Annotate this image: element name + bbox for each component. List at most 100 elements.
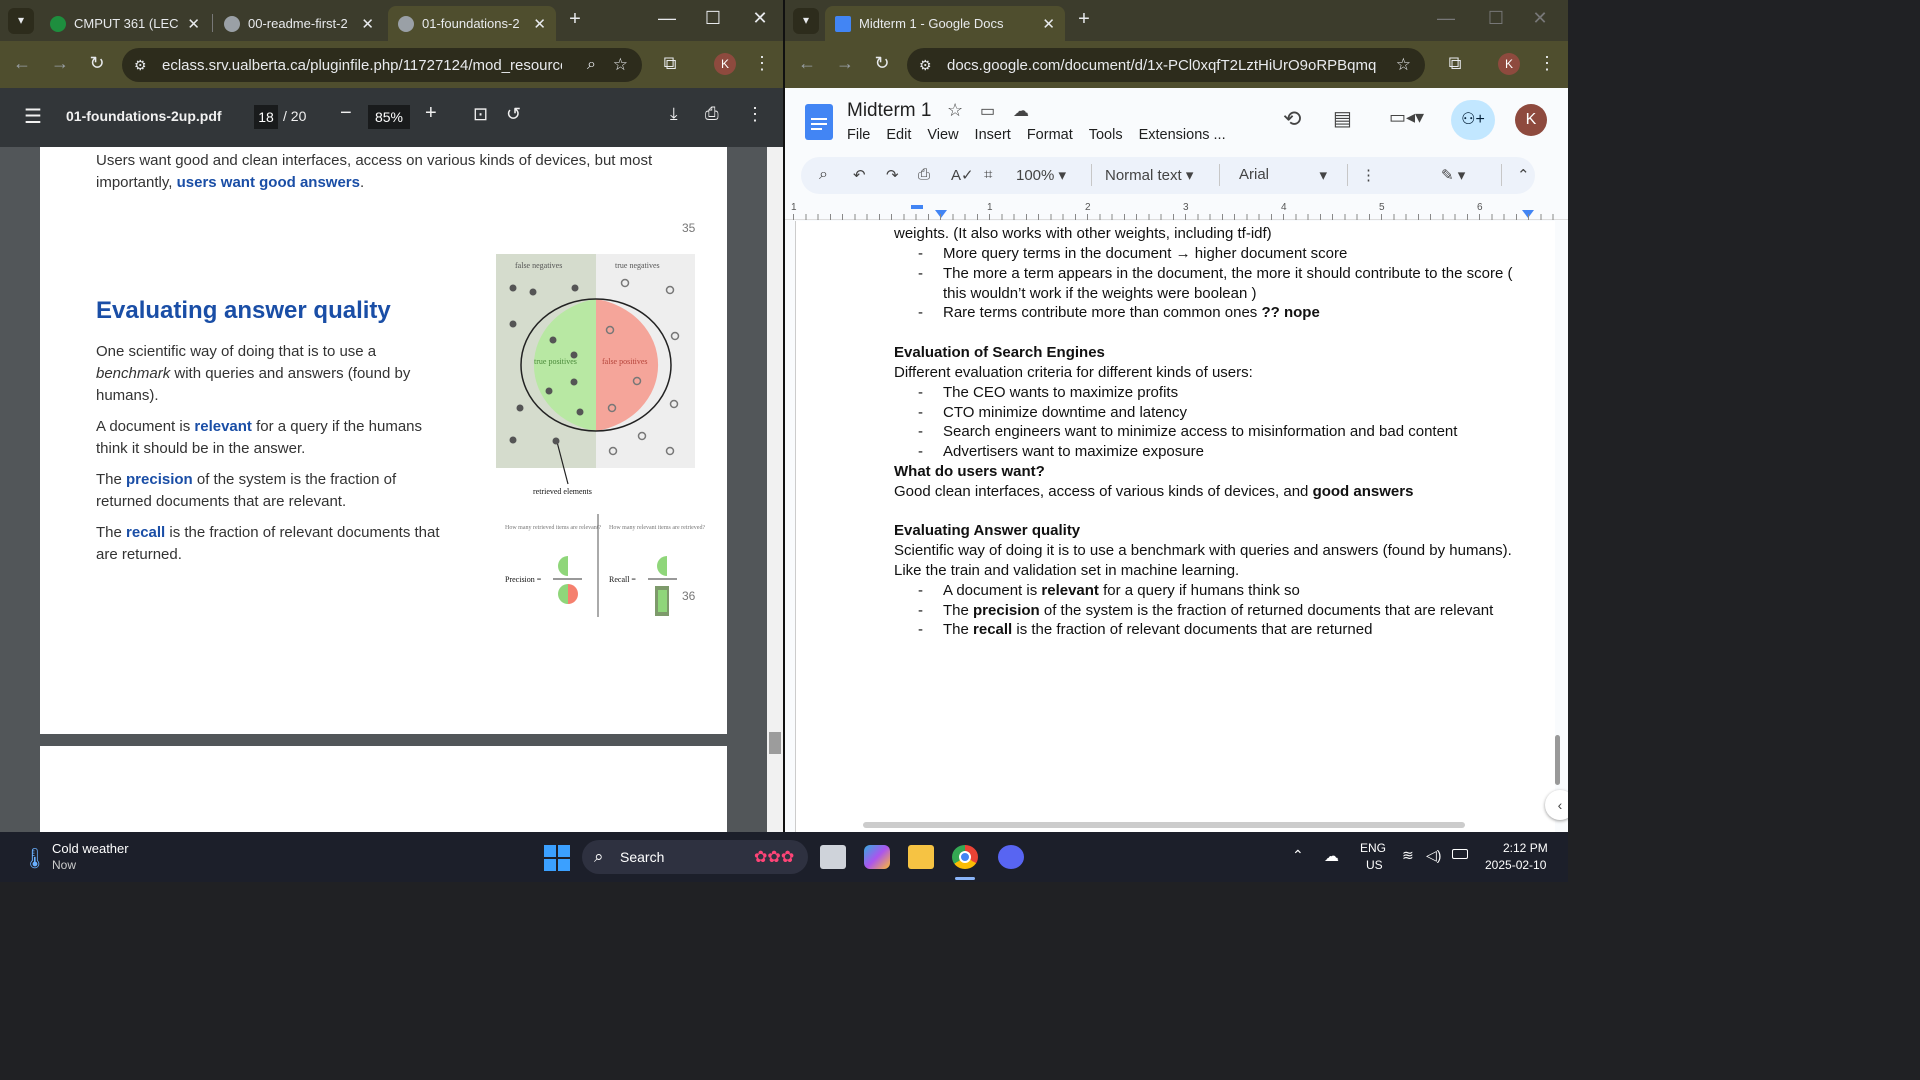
indent-marker[interactable] xyxy=(911,205,923,209)
zoom-icon[interactable]: ⌕ xyxy=(587,56,596,74)
doc-title[interactable]: Midterm 1 xyxy=(847,100,931,122)
weather-title[interactable]: Cold weather xyxy=(52,841,129,856)
tab-search-button[interactable]: ▾ xyxy=(8,8,34,34)
zoom-in-button[interactable]: + xyxy=(425,102,437,125)
minimize-button[interactable]: — xyxy=(1431,8,1461,29)
meet-icon[interactable]: ▭◂▾ xyxy=(1389,107,1424,128)
page-number-input[interactable]: 18 xyxy=(254,105,278,129)
menu-dots-icon[interactable]: ⋮ xyxy=(750,53,774,74)
windows-start-icon[interactable] xyxy=(544,845,570,871)
pdf-scrollbar[interactable] xyxy=(767,147,783,832)
tab-foundations[interactable]: 01-foundations-2 ✕ xyxy=(388,6,556,41)
more-tools-icon[interactable]: ⋮ xyxy=(1361,166,1376,184)
site-info-icon[interactable]: ⚙ xyxy=(134,57,147,74)
file-explorer-icon[interactable] xyxy=(908,845,934,869)
comments-icon[interactable]: ▤ xyxy=(1333,106,1352,131)
language-code[interactable]: ENG xyxy=(1360,841,1386,855)
close-icon[interactable]: ✕ xyxy=(1042,15,1055,33)
tab-cmput361[interactable]: CMPUT 361 (LEC B ✕ xyxy=(40,6,210,41)
taskbar-search[interactable]: ⌕ Search ✿✿✿ xyxy=(582,840,808,874)
reload-icon[interactable]: ↻ xyxy=(85,53,109,74)
reload-icon[interactable]: ↻ xyxy=(870,53,894,74)
clock-time[interactable]: 2:12 PM xyxy=(1503,841,1548,855)
forward-icon[interactable]: → xyxy=(48,53,72,74)
redo-icon[interactable]: ↷ xyxy=(886,166,899,184)
site-info-icon[interactable]: ⚙ xyxy=(919,57,932,74)
zoom-level-input[interactable]: 85% xyxy=(368,105,410,129)
paint-format-icon[interactable]: ⌗ xyxy=(984,166,992,183)
editing-mode-icon[interactable]: ✎ ▾ xyxy=(1441,166,1465,184)
share-button[interactable]: ⚇+ xyxy=(1451,100,1495,140)
profile-avatar[interactable]: K xyxy=(714,53,736,75)
side-panel-toggle[interactable]: ‹ xyxy=(1545,790,1568,820)
discord-icon[interactable] xyxy=(998,845,1024,869)
menu-tools[interactable]: Tools xyxy=(1089,127,1123,143)
cloud-status-icon[interactable]: ☁ xyxy=(1013,101,1029,121)
task-view-icon[interactable] xyxy=(820,845,846,869)
menu-view[interactable]: View xyxy=(927,127,958,143)
minimize-button[interactable]: — xyxy=(652,8,682,29)
download-icon[interactable]: ⤓ xyxy=(670,104,678,124)
menu-edit[interactable]: Edit xyxy=(886,127,911,143)
star-icon[interactable]: ☆ xyxy=(613,55,628,75)
new-tab-button[interactable]: + xyxy=(560,8,590,31)
rotate-icon[interactable]: ↺ xyxy=(506,104,521,125)
url-field[interactable]: ⚙ eclass.srv.ualberta.ca/pluginfile.php/… xyxy=(122,48,642,82)
ruler[interactable]: 1 1 2 3 4 5 6 xyxy=(785,200,1568,220)
menu-more[interactable]: ... xyxy=(1214,127,1226,143)
back-icon[interactable]: ← xyxy=(795,53,819,74)
scroll-thumb[interactable] xyxy=(769,732,781,754)
account-avatar[interactable]: K xyxy=(1515,104,1547,136)
profile-avatar[interactable]: K xyxy=(1498,53,1520,75)
extensions-icon[interactable]: ⧉ xyxy=(1443,53,1467,74)
forward-icon[interactable]: → xyxy=(833,53,857,74)
doc-horizontal-scrollbar[interactable] xyxy=(863,822,1465,828)
more-options-icon[interactable]: ⋮ xyxy=(746,104,764,125)
version-history-icon[interactable]: ⟲ xyxy=(1283,106,1301,132)
new-tab-button[interactable]: + xyxy=(1069,8,1099,31)
extensions-icon[interactable]: ⧉ xyxy=(658,53,682,74)
star-icon[interactable]: ☆ xyxy=(1396,55,1411,75)
close-window-button[interactable]: ✕ xyxy=(1525,8,1555,29)
menu-insert[interactable]: Insert xyxy=(975,127,1011,143)
tab-midterm[interactable]: Midterm 1 - Google Docs ✕ xyxy=(825,6,1065,41)
font-select[interactable]: Arial ▾ xyxy=(1239,166,1327,184)
tab-readme[interactable]: 00-readme-first-2 ✕ xyxy=(214,6,384,41)
spellcheck-icon[interactable]: A✓ xyxy=(951,166,974,184)
copilot-icon[interactable] xyxy=(864,845,890,869)
hamburger-icon[interactable]: ☰ xyxy=(24,104,42,129)
maximize-button[interactable]: ☐ xyxy=(698,8,728,29)
menu-dots-icon[interactable]: ⋮ xyxy=(1535,53,1559,74)
zoom-out-button[interactable]: − xyxy=(340,102,352,125)
chrome-icon[interactable] xyxy=(952,845,978,869)
docs-logo-icon[interactable] xyxy=(805,104,833,140)
print-icon[interactable]: ⎙ xyxy=(705,104,719,124)
close-icon[interactable]: ✕ xyxy=(187,15,200,33)
wifi-icon[interactable]: ≋ xyxy=(1402,847,1414,864)
zoom-select[interactable]: 100% ▾ xyxy=(1016,166,1066,184)
close-icon[interactable]: ✕ xyxy=(533,15,546,33)
onedrive-icon[interactable]: ☁ xyxy=(1324,847,1339,865)
back-icon[interactable]: ← xyxy=(10,53,34,74)
style-select[interactable]: Normal text ▾ xyxy=(1105,166,1193,184)
menu-extensions[interactable]: Extensions xyxy=(1139,127,1210,143)
doc-scroll-thumb[interactable] xyxy=(1555,735,1560,785)
menu-format[interactable]: Format xyxy=(1027,127,1073,143)
undo-icon[interactable]: ↶ xyxy=(853,166,866,184)
clock-date[interactable]: 2025-02-10 xyxy=(1485,858,1546,872)
document-page[interactable]: weights. (It also works with other weigh… xyxy=(795,221,1555,832)
volume-icon[interactable]: ◁) xyxy=(1426,847,1441,864)
language-region[interactable]: US xyxy=(1366,858,1383,872)
tab-search-button[interactable]: ▾ xyxy=(793,8,819,34)
print-icon[interactable]: ⎙ xyxy=(918,166,930,183)
close-icon[interactable]: ✕ xyxy=(361,15,374,33)
close-window-button[interactable]: ✕ xyxy=(745,8,775,29)
url-field[interactable]: ⚙ docs.google.com/document/d/1x-PCl0xqfT… xyxy=(907,48,1425,82)
collapse-toolbar-icon[interactable]: ⌃ xyxy=(1517,166,1530,184)
menu-file[interactable]: File xyxy=(847,127,870,143)
fit-page-icon[interactable]: ⊡ xyxy=(473,104,488,125)
maximize-button[interactable]: ☐ xyxy=(1481,8,1511,29)
battery-icon[interactable] xyxy=(1452,849,1468,859)
chevron-up-icon[interactable]: ⌃ xyxy=(1292,847,1304,864)
move-folder-icon[interactable]: ▭ xyxy=(980,101,995,121)
